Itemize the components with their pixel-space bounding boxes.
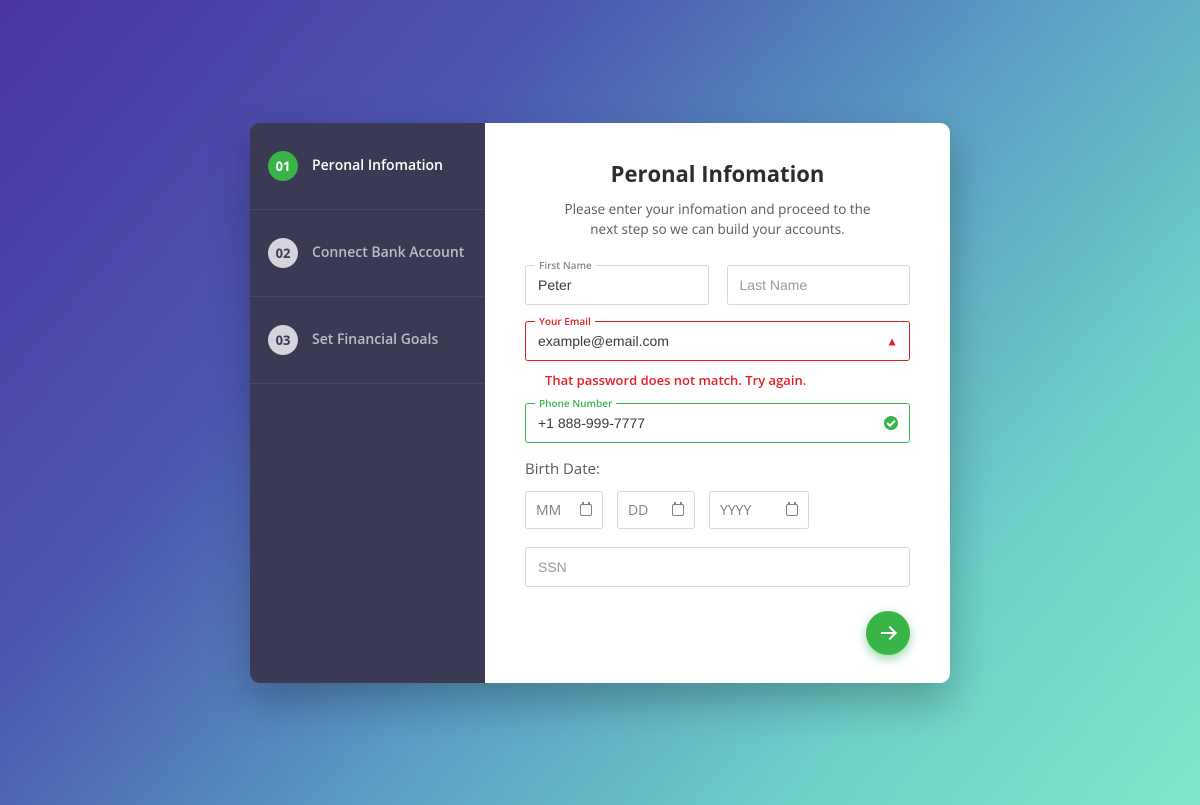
last-name-field-wrap <box>727 265 911 305</box>
step-badge: 03 <box>268 325 298 355</box>
arrow-right-icon <box>881 626 895 640</box>
ssn-field-wrap <box>525 547 910 587</box>
step-financial-goals[interactable]: 03 Set Financial Goals <box>250 297 485 384</box>
calendar-icon <box>672 504 684 516</box>
dd-text: DD <box>628 501 648 520</box>
ssn-input[interactable] <box>525 547 910 587</box>
checkmark-icon <box>884 416 898 430</box>
step-badge: 02 <box>268 238 298 268</box>
step-personal-info[interactable]: 01 Peronal Infomation <box>250 123 485 210</box>
page-subtitle: Please enter your infomation and proceed… <box>553 199 883 240</box>
first-name-label: First Name <box>535 258 596 272</box>
wizard-card: 01 Peronal Infomation 02 Connect Bank Ac… <box>250 123 950 683</box>
phone-field-wrap: Phone Number <box>525 403 910 443</box>
birth-day-select[interactable]: DD <box>617 491 695 529</box>
calendar-icon <box>786 504 798 516</box>
step-label: Connect Bank Account <box>312 243 464 262</box>
page-title: Peronal Infomation <box>525 159 910 189</box>
email-label: Your Email <box>535 314 595 328</box>
birth-month-select[interactable]: MM <box>525 491 603 529</box>
last-name-input[interactable] <box>727 265 911 305</box>
next-button[interactable] <box>866 611 910 655</box>
calendar-icon <box>580 504 592 516</box>
form-panel: Peronal Infomation Please enter your inf… <box>485 123 950 683</box>
step-label: Peronal Infomation <box>312 156 443 175</box>
yyyy-text: YYYY <box>720 501 751 520</box>
error-message: That password does not match. Try again. <box>545 371 910 389</box>
warning-icon: ▲ <box>886 333 898 350</box>
step-label: Set Financial Goals <box>312 330 438 349</box>
step-connect-bank[interactable]: 02 Connect Bank Account <box>250 210 485 297</box>
email-field-wrap: Your Email ▲ <box>525 321 910 361</box>
mm-text: MM <box>536 501 561 520</box>
step-badge: 01 <box>268 151 298 181</box>
phone-label: Phone Number <box>535 396 616 410</box>
first-name-field-wrap: First Name <box>525 265 709 305</box>
birth-date-label: Birth Date: <box>525 459 910 479</box>
birth-year-select[interactable]: YYYY <box>709 491 809 529</box>
sidebar: 01 Peronal Infomation 02 Connect Bank Ac… <box>250 123 485 683</box>
